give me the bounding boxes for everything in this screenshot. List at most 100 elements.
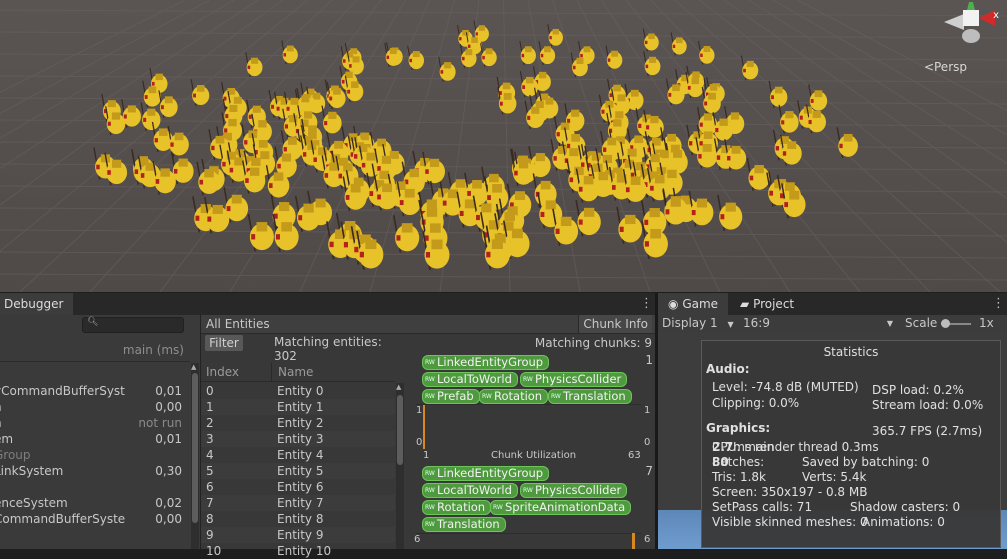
game-menu-icon[interactable]: ⋮ — [992, 293, 1005, 315]
entity-row[interactable]: 0Entity 0 — [201, 383, 395, 399]
system-row[interactable]: nnot run — [0, 415, 188, 431]
entity-debugger-tabbar: Debugger ⋮ — [0, 293, 655, 315]
component-chip[interactable]: Rotation — [422, 500, 491, 515]
chunk2-divider — [416, 533, 641, 534]
perspective-toggle[interactable]: <Persp — [924, 60, 967, 74]
entity-index: 4 — [206, 447, 214, 463]
graph-right-top: 1 — [644, 405, 650, 416]
component-chip[interactable]: Translation — [422, 517, 506, 532]
entity-index: 7 — [206, 495, 214, 511]
tab-entity-debugger[interactable]: Debugger — [0, 293, 73, 315]
system-row[interactable]: em0,01 — [0, 431, 188, 447]
game-toolbar: Display 1 ▼ 16:9 ▼ Scale 1x — [658, 315, 1007, 333]
entity-index: 1 — [206, 399, 214, 415]
orientation-gizmo[interactable]: x — [919, 2, 999, 52]
name-column-header[interactable]: Name — [271, 363, 313, 381]
audio-heading: Audio: — [706, 362, 750, 376]
display-dropdown[interactable]: Display 1 ▼ — [662, 316, 734, 330]
system-time: 0,30 — [155, 463, 182, 479]
component-chip[interactable]: PhysicsCollider — [520, 372, 627, 387]
verts-readout: Verts: 5.4k — [802, 470, 866, 484]
system-name: LinkSystem — [0, 463, 63, 479]
component-chip[interactable]: Rotation — [479, 389, 548, 404]
entity-row[interactable]: 2Entity 2 — [201, 415, 395, 431]
entity-table-header: Index Name — [201, 363, 395, 382]
system-row[interactable]: Group — [0, 447, 188, 463]
entity-name: Entity 4 — [277, 447, 323, 463]
index-column-header[interactable]: Index — [206, 363, 239, 381]
search-icon: 🔍︎ — [87, 317, 98, 327]
component-chip[interactable]: Prefab — [422, 389, 480, 404]
entity-row[interactable]: 4 Entity 4 — [201, 447, 395, 463]
system-row[interactable]: n0,00 — [0, 399, 188, 415]
entity-row[interactable]: 7 Entity 7 — [201, 495, 395, 511]
entity-row[interactable]: 8Entity 8 — [201, 511, 395, 527]
component-chip[interactable]: SpriteAnimationData — [490, 500, 631, 515]
tab-game[interactable]: ◉ Game — [658, 293, 728, 315]
fps-readout: 365.7 FPS (2.7ms) — [872, 424, 982, 438]
statistics-overlay: Statistics Audio: Level: -74.8 dB (MUTED… — [701, 340, 1001, 548]
system-time: 0,00 — [155, 511, 182, 527]
scene-view[interactable]: x <Persp — [0, 0, 1007, 292]
graph-axis-right: 63 — [628, 450, 641, 461]
system-row[interactable]: CommandBufferSyste 0,00 — [0, 511, 188, 527]
animations-readout: Animations: 0 — [862, 515, 945, 529]
system-row[interactable] — [0, 367, 188, 383]
scale-slider[interactable] — [941, 323, 971, 325]
matching-entities-count: Matching entities: 302 — [274, 335, 406, 363]
gizmo-cube-icon[interactable] — [963, 10, 979, 26]
gizmo-bottom-icon[interactable] — [962, 29, 980, 43]
entity-row[interactable]: 1 Entity 1 — [201, 399, 395, 415]
scale-label: Scale — [905, 316, 937, 330]
persp-chevron-icon: < — [924, 60, 934, 74]
entity-debugger-menu-icon[interactable]: ⋮ — [640, 293, 653, 315]
system-list-scrollbar[interactable]: ▲ — [191, 363, 199, 549]
system-list-header: main (ms) — [0, 339, 190, 362]
filter-button[interactable]: Filter — [205, 335, 243, 351]
entity-name: Entity 1 — [277, 399, 323, 415]
time-header: main (ms) — [123, 339, 184, 361]
entity-list-scrollbar[interactable]: ▲ — [396, 383, 404, 549]
chunk1-count: 1 — [645, 353, 653, 367]
shadow-casters-readout: Shadow casters: 0 — [850, 500, 960, 514]
aspect-dropdown[interactable]: 16:9 ▼ — [743, 316, 893, 330]
dsp-load: DSP load: 0.2% — [872, 383, 964, 397]
entity-list-scroll-thumb[interactable] — [397, 395, 403, 465]
system-row[interactable]: yCommandBufferSyst0,01 — [0, 383, 188, 399]
component-chip[interactable]: LinkedEntityGroup — [422, 355, 549, 370]
entity-row[interactable]: 9Entity 9 — [201, 527, 395, 543]
component-chip[interactable]: Translation — [548, 389, 632, 404]
entity-scroll-up-icon[interactable]: ▲ — [396, 383, 401, 391]
system-name: CommandBufferSyste — [0, 511, 125, 527]
system-time: not run — [138, 415, 182, 431]
chunk-utilization-label: Chunk Utilization — [491, 450, 576, 461]
all-entities-header[interactable]: All Entities — [201, 315, 406, 334]
entity-name: Entity 10 — [277, 543, 331, 559]
utilization-bar — [423, 405, 425, 449]
scroll-up-icon[interactable]: ▲ — [191, 363, 196, 371]
component-chip[interactable]: LocalToWorld — [422, 483, 518, 498]
entity-row[interactable]: 5Entity 5 — [201, 463, 395, 479]
entity-row[interactable]: 3Entity 3 — [201, 431, 395, 447]
entity-row[interactable]: 10Entity 10 — [201, 543, 395, 559]
graphics-heading: Graphics: — [706, 421, 770, 435]
component-chip[interactable]: LinkedEntityGroup — [422, 466, 549, 481]
screen-readout: Screen: 350x197 - 0.8 MB — [712, 485, 867, 499]
entity-name: Entity 7 — [277, 495, 323, 511]
component-chip[interactable]: LocalToWorld — [422, 372, 518, 387]
chunk-info-button[interactable]: Chunk Info — [578, 315, 652, 333]
system-search-input[interactable]: 🔍︎ — [82, 317, 184, 333]
gizmo-y-cone-icon[interactable] — [967, 2, 975, 10]
entity-debugger-panel: 🔍︎ main (ms) yCommandBufferSyst0,01n0,00… — [0, 315, 655, 549]
display-chevron-icon: ▼ — [728, 320, 734, 329]
scale-slider-thumb[interactable] — [941, 319, 950, 328]
system-row[interactable] — [0, 479, 188, 495]
chunk-info-panel: Chunk Info Matching chunks: 9 1 LinkedEn… — [406, 315, 655, 549]
system-row[interactable]: LinkSystem 0,30 — [0, 463, 188, 479]
tab-project[interactable]: ▰ Project — [730, 293, 804, 315]
gizmo-left-cone-icon[interactable] — [944, 14, 964, 30]
entity-row[interactable]: 6Entity 6 — [201, 479, 395, 495]
system-list-scroll-thumb[interactable] — [192, 373, 198, 523]
component-chip[interactable]: PhysicsCollider — [520, 483, 627, 498]
system-row[interactable]: enceSystem0,02 — [0, 495, 188, 511]
